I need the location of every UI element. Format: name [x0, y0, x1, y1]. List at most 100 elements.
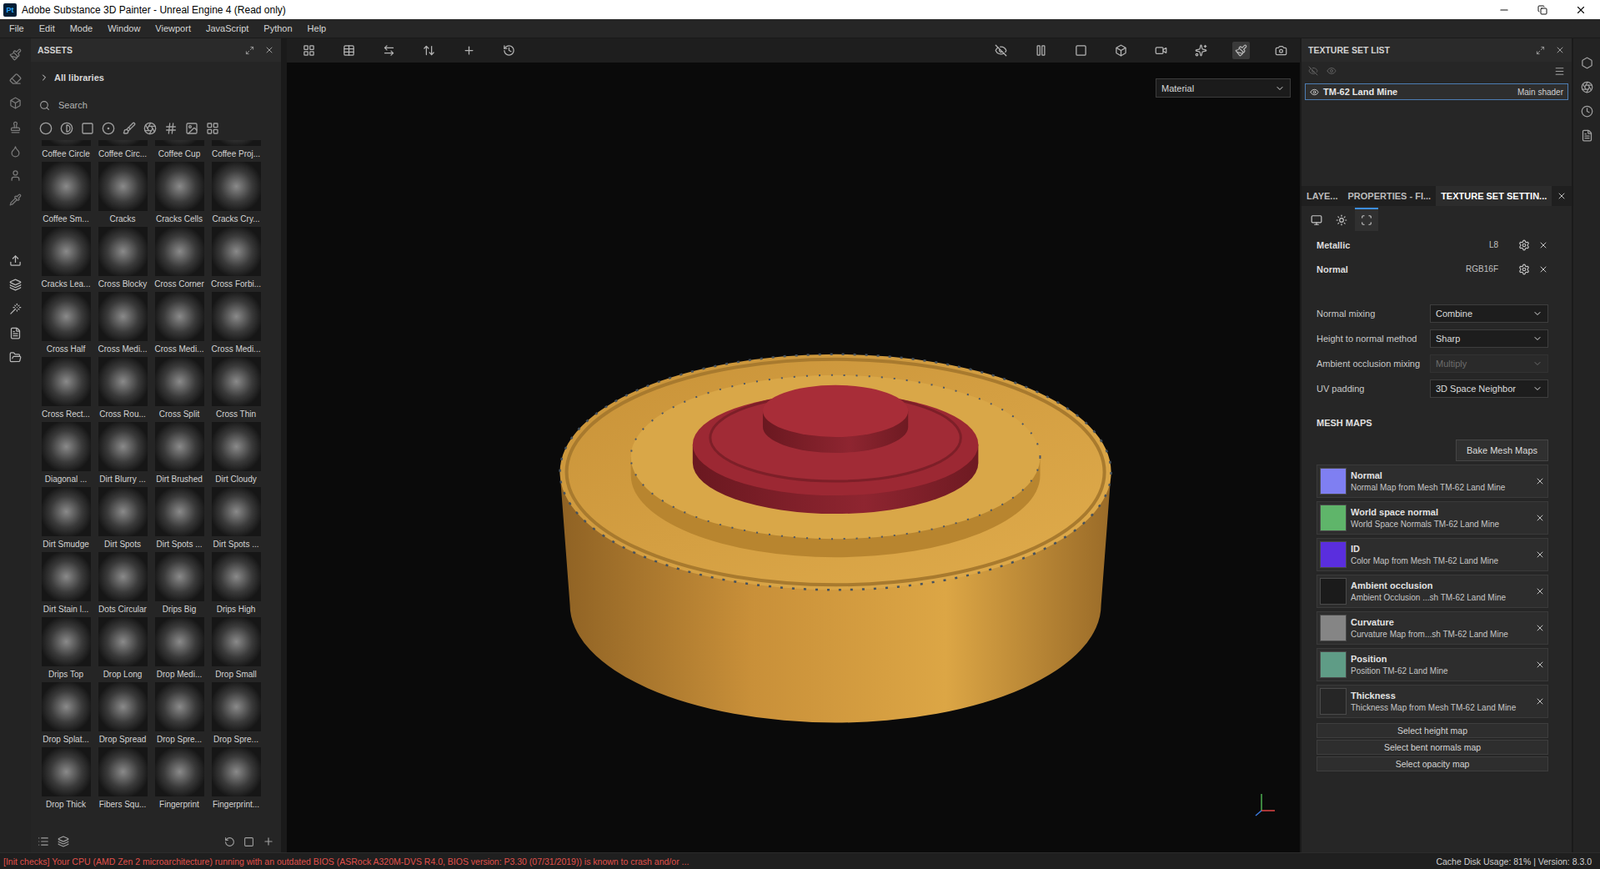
- select-map-button[interactable]: Select opacity map: [1316, 756, 1549, 772]
- tool-button[interactable]: [9, 351, 22, 364]
- asset-item[interactable]: Cracks: [94, 161, 151, 227]
- menu-item[interactable]: Viewport: [147, 23, 199, 34]
- filter-button[interactable]: [80, 121, 95, 136]
- panel-tab[interactable]: LAYE...: [1301, 185, 1344, 206]
- minimize-button[interactable]: [1484, 0, 1524, 20]
- asset-item[interactable]: Cross Blocky: [94, 226, 151, 292]
- channel-format[interactable]: RGB16F: [1459, 264, 1510, 274]
- mesh-map-item[interactable]: Ambient occlusionAmbient Occlusion ...sh…: [1316, 574, 1549, 608]
- viewport-tool-button[interactable]: [1272, 41, 1290, 60]
- tool-button[interactable]: [9, 169, 22, 182]
- select-map-button[interactable]: Select height map: [1316, 722, 1549, 738]
- settings-tab[interactable]: [1304, 207, 1329, 231]
- option-select[interactable]: Sharp: [1429, 329, 1549, 348]
- viewport-tool-button[interactable]: [1112, 41, 1130, 60]
- asset-item[interactable]: Cracks Cry...: [207, 161, 265, 227]
- display-mode-select[interactable]: Material: [1155, 78, 1291, 98]
- settings-tab[interactable]: [1354, 207, 1379, 231]
- asset-item[interactable]: Coffee Circ...: [94, 140, 151, 162]
- filter-button[interactable]: [143, 121, 157, 136]
- viewport-canvas[interactable]: Material: [286, 62, 1300, 853]
- viewport-tool-button[interactable]: [340, 41, 358, 60]
- menu-item[interactable]: Edit: [31, 23, 63, 34]
- viewport-tool-button[interactable]: [1072, 41, 1090, 60]
- viewport-tool-button[interactable]: [992, 41, 1010, 60]
- channel-format[interactable]: L8: [1459, 240, 1510, 250]
- mesh-map-item[interactable]: CurvatureCurvature Map from...sh TM-62 L…: [1316, 611, 1549, 645]
- asset-item[interactable]: Dirt Brushed: [150, 421, 208, 487]
- dock-button[interactable]: [1580, 129, 1594, 142]
- filter-button[interactable]: [60, 121, 74, 136]
- asset-item[interactable]: Drop Spre...: [207, 682, 265, 748]
- close-panel-button[interactable]: [264, 45, 275, 56]
- asset-item[interactable]: Fibers Squ...: [94, 747, 151, 813]
- filter-button[interactable]: [101, 121, 116, 136]
- library-selector[interactable]: All libraries: [30, 61, 281, 94]
- mesh-map-item[interactable]: ThicknessThickness Map from Mesh TM-62 L…: [1316, 684, 1549, 718]
- asset-item[interactable]: Dirt Smudge: [37, 486, 95, 552]
- land-mine-model[interactable]: [286, 62, 1300, 853]
- tool-button[interactable]: [9, 96, 22, 110]
- tool-button[interactable]: [9, 193, 22, 206]
- viewport-tool-button[interactable]: [460, 41, 478, 60]
- asset-item[interactable]: Dirt Stain l...: [37, 551, 95, 617]
- remove-map-button[interactable]: [1534, 476, 1545, 487]
- settings-tab[interactable]: [1329, 207, 1354, 231]
- asset-item[interactable]: Cross Split: [150, 356, 208, 422]
- asset-item[interactable]: Cross Rou...: [94, 356, 151, 422]
- filter-button[interactable]: [122, 121, 136, 136]
- float-button[interactable]: [245, 45, 255, 56]
- menu-button[interactable]: [1554, 65, 1565, 77]
- asset-item[interactable]: Cross Medi...: [94, 291, 151, 357]
- tool-button[interactable]: [9, 48, 22, 61]
- asset-item[interactable]: Drop Long: [94, 616, 151, 683]
- tool-button[interactable]: [9, 145, 22, 158]
- close-tab-button[interactable]: [1551, 185, 1572, 206]
- viewport-tool-button[interactable]: [1032, 41, 1050, 60]
- dock-button[interactable]: [1580, 105, 1594, 118]
- remove-map-button[interactable]: [1534, 512, 1545, 523]
- viewport-tool-button[interactable]: [420, 41, 438, 60]
- close-panel-button[interactable]: [1554, 45, 1565, 56]
- remove-channel-button[interactable]: [1538, 240, 1549, 251]
- viewport-tool-button[interactable]: [300, 41, 318, 60]
- menu-item[interactable]: Mode: [62, 23, 101, 34]
- close-button[interactable]: [1561, 0, 1600, 20]
- asset-item[interactable]: Coffee Cup: [150, 140, 208, 162]
- mesh-map-item[interactable]: PositionPosition TM-62 Land Mine: [1316, 647, 1549, 682]
- asset-item[interactable]: Cross Medi...: [150, 291, 208, 357]
- asset-item[interactable]: Cross Corner: [150, 226, 208, 292]
- layers-button[interactable]: [57, 835, 70, 848]
- menu-item[interactable]: JavaScript: [198, 23, 256, 34]
- asset-item[interactable]: Drop Spre...: [150, 682, 208, 748]
- mesh-map-item[interactable]: NormalNormal Map from Mesh TM-62 Land Mi…: [1316, 464, 1549, 498]
- asset-item[interactable]: Drips Top: [37, 616, 95, 683]
- tool-button[interactable]: [9, 302, 22, 316]
- asset-item[interactable]: Cross Thin: [207, 356, 265, 422]
- remove-map-button[interactable]: [1534, 659, 1545, 670]
- viewport-tool-button[interactable]: [1232, 41, 1250, 60]
- texture-set-item[interactable]: TM-62 Land MineMain shader: [1304, 83, 1569, 101]
- asset-item[interactable]: Drop Small: [207, 616, 265, 683]
- asset-item[interactable]: Drop Splat...: [37, 682, 95, 748]
- list-view-button[interactable]: [37, 835, 50, 848]
- filter-button[interactable]: [185, 121, 199, 136]
- channel-settings-button[interactable]: [1518, 239, 1530, 251]
- asset-item[interactable]: Drips High: [207, 551, 265, 617]
- tool-button[interactable]: [9, 120, 22, 134]
- filter-button[interactable]: [205, 121, 220, 136]
- panel-tab[interactable]: TEXTURE SET SETTIN...: [1435, 185, 1552, 206]
- select-map-button[interactable]: Select bent normals map: [1316, 739, 1549, 755]
- viewport-tool-button[interactable]: [1152, 41, 1170, 60]
- asset-item[interactable]: Cross Half: [37, 291, 95, 357]
- asset-item[interactable]: Cross Forbi...: [207, 226, 265, 292]
- asset-item[interactable]: Dirt Spots ...: [207, 486, 265, 552]
- asset-item[interactable]: Dirt Blurry ...: [94, 421, 151, 487]
- asset-item[interactable]: Fingerprint...: [207, 747, 265, 813]
- asset-item[interactable]: Diagonal ...: [37, 421, 95, 487]
- mesh-map-item[interactable]: IDColor Map from Mesh TM-62 Land Mine: [1316, 537, 1549, 572]
- option-select[interactable]: 3D Space Neighbor: [1429, 379, 1549, 398]
- asset-item[interactable]: Cracks Cells: [150, 161, 208, 227]
- dock-button[interactable]: [1580, 56, 1594, 70]
- menu-item[interactable]: Window: [100, 23, 148, 34]
